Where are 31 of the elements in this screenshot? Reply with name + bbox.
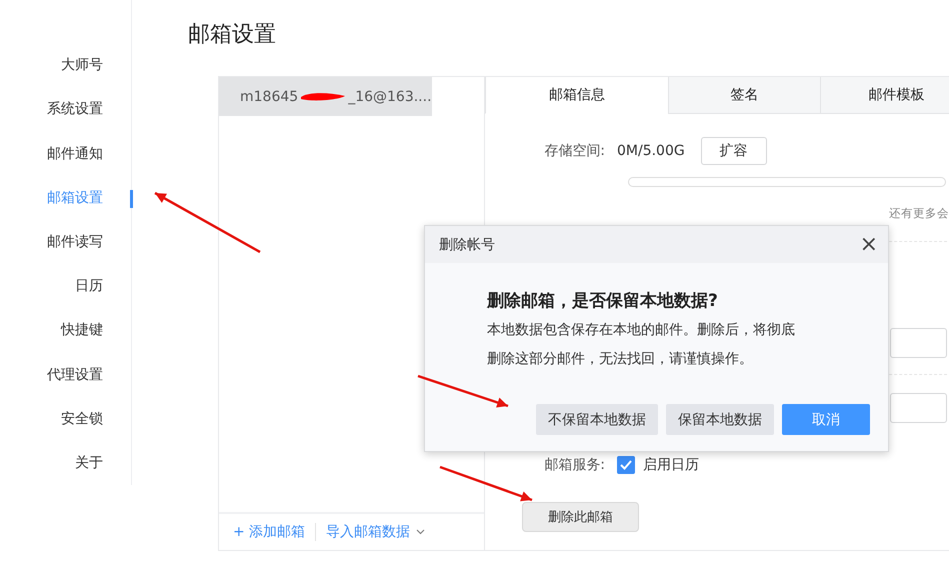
sidebar-item[interactable]: 邮件通知 [47, 144, 131, 162]
sidebar-item[interactable]: 快捷键 [61, 321, 131, 340]
chevron-down-icon [416, 529, 426, 535]
sidebar-item[interactable]: 邮件读写 [47, 232, 131, 251]
expand-button[interactable]: 扩容 [700, 137, 767, 165]
tab[interactable]: 签名 [668, 77, 820, 114]
sidebar-item[interactable]: 大师号 [61, 56, 131, 74]
tab[interactable]: 邮件模板 [820, 77, 949, 114]
account-item[interactable]: m18645 _16@163.... [219, 77, 432, 116]
delete-mailbox-button[interactable]: 删除此邮箱 [522, 502, 639, 532]
sidebar-item[interactable]: 关于 [75, 454, 131, 472]
field-label: 邮箱服务: [543, 456, 605, 474]
calendar-checkbox[interactable] [617, 456, 635, 474]
dialog-title: 删除帐号 [439, 236, 495, 254]
dialog-button[interactable]: 不保留本地数据 [536, 404, 658, 435]
dialog-heading: 删除邮箱，是否保留本地数据? [487, 290, 719, 312]
storage-value: 0M/5.00G [617, 143, 685, 159]
input-field[interactable] [890, 328, 947, 358]
field-label: 存储空间: [543, 142, 605, 160]
checkbox-label: 启用日历 [643, 456, 699, 474]
sidebar-item[interactable]: 系统设置 [47, 100, 131, 118]
page-title: 邮箱设置 [188, 21, 277, 49]
sidebar-item[interactable]: 代理设置 [47, 366, 131, 384]
sidebar-item[interactable]: 安全锁 [61, 410, 131, 428]
input-field[interactable] [890, 393, 947, 423]
dialog-message: 本地数据包含保存在本地的邮件。删除后，将彻底删除这部分邮件，无法找回，请谨慎操作。 [487, 321, 796, 369]
sidebar-item[interactable]: 日历 [75, 277, 131, 296]
dialog-button[interactable]: 保留本地数据 [666, 404, 774, 435]
hint-text: 还有更多会 [889, 206, 949, 221]
active-indicator [130, 190, 133, 208]
close-button[interactable]: × [860, 234, 878, 256]
